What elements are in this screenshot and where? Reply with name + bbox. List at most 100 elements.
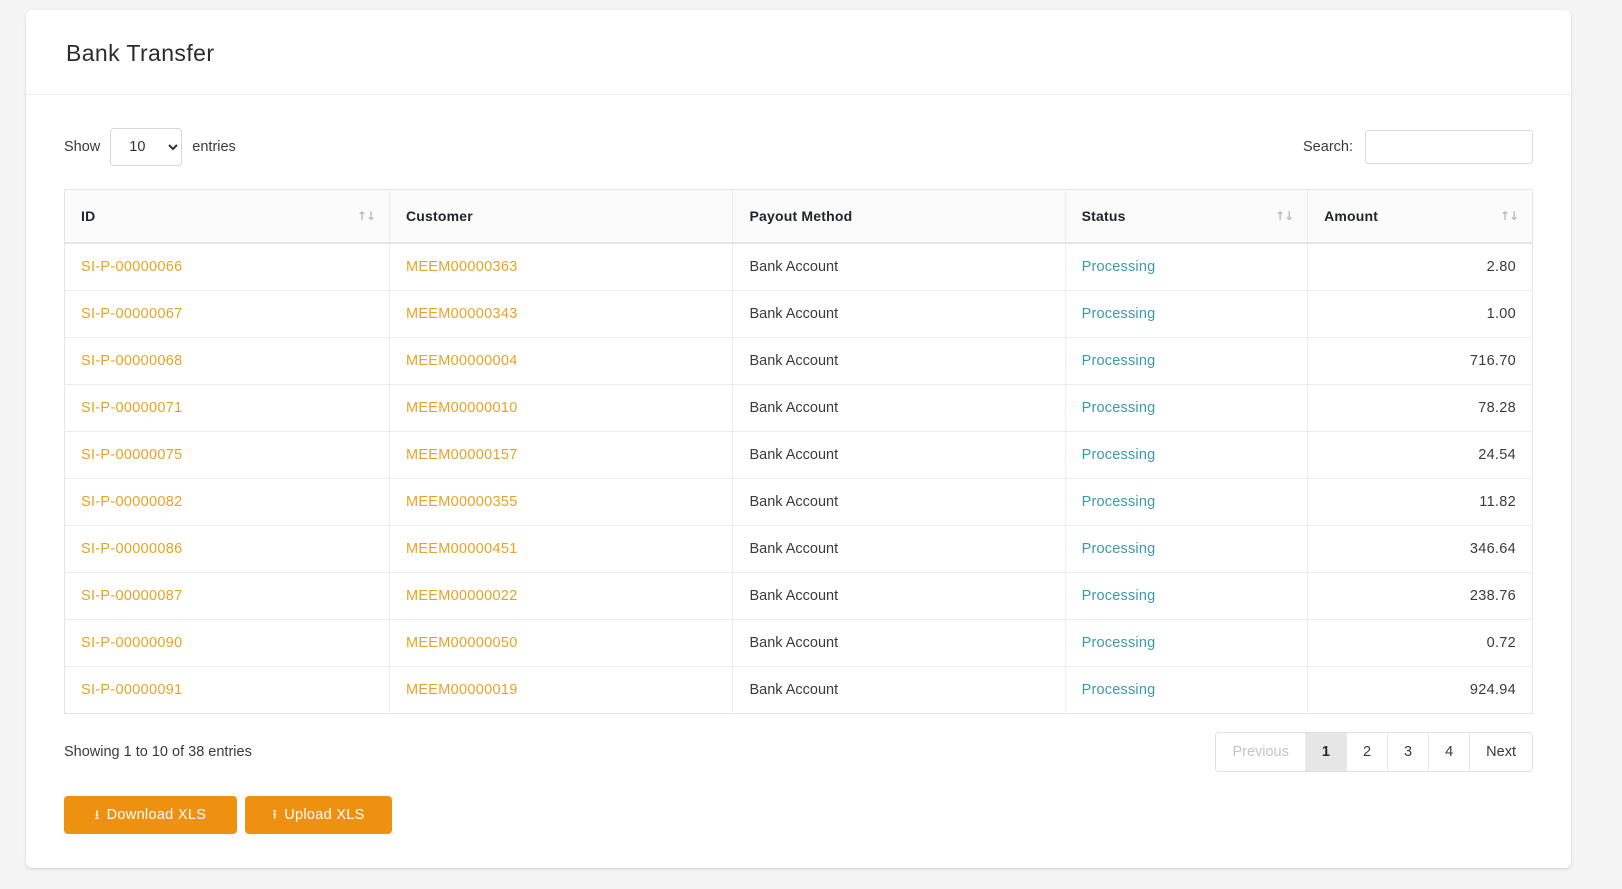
pagination-item-2[interactable]: 2 xyxy=(1346,733,1389,772)
table-row: SI-P-00000082 MEEM00000355 Bank Account Pro… xyxy=(64,478,1533,527)
cell-amount: 716.70 xyxy=(1307,337,1533,386)
cell-id: SI-P-00000091 xyxy=(64,666,390,714)
cell-id: SI-P-00000071 xyxy=(64,384,390,433)
column-header-amount[interactable]: Amount ↑↓ xyxy=(1307,189,1533,245)
cell-status-link[interactable]: Processing xyxy=(1082,541,1156,557)
cell-customer-link[interactable]: MEEM00000004 xyxy=(406,353,518,369)
cell-status: Processing xyxy=(1065,525,1309,574)
cell-customer: MEEM00000363 xyxy=(389,243,734,292)
cell-status: Processing xyxy=(1065,243,1309,292)
cell-id-link[interactable]: SI-P-00000082 xyxy=(81,494,182,510)
page-length-select[interactable]: 10 25 50 100 xyxy=(110,127,183,166)
cell-customer-link[interactable]: MEEM00000019 xyxy=(406,682,518,698)
cell-amount-text: 716.70 xyxy=(1469,353,1516,370)
search-control: Search: xyxy=(1303,129,1533,164)
pagination-item-1[interactable]: 1 xyxy=(1305,733,1347,772)
column-label-customer: Customer xyxy=(405,207,473,224)
cell-payout-method-text: Bank Account xyxy=(749,259,839,276)
action-buttons: ⭳ Download XLS ⭱ Upload XLS xyxy=(64,796,1533,868)
show-label: Show xyxy=(64,138,101,155)
cell-id-link[interactable]: SI-P-00000086 xyxy=(81,541,182,557)
cell-id-link[interactable]: SI-P-00000071 xyxy=(81,400,182,416)
page-length-control: Show 10 25 50 100 entries xyxy=(64,127,236,166)
cell-amount-text: 78.28 xyxy=(1478,400,1516,417)
column-header-payout-method[interactable]: Payout Method xyxy=(732,189,1066,245)
cell-customer-link[interactable]: MEEM00000451 xyxy=(406,541,518,557)
cell-payout-method: Bank Account xyxy=(732,290,1066,339)
cell-id-link[interactable]: SI-P-00000091 xyxy=(81,682,182,698)
cell-customer-link[interactable]: MEEM00000022 xyxy=(406,588,518,604)
page-background: Bank Transfer Show 10 25 50 100 entries … xyxy=(0,0,1622,889)
cell-amount-text: 24.54 xyxy=(1478,447,1516,464)
card-header: Bank Transfer xyxy=(26,10,1571,95)
cell-id-link[interactable]: SI-P-00000087 xyxy=(81,588,182,604)
cell-id-link[interactable]: SI-P-00000067 xyxy=(81,306,182,322)
cell-status-link[interactable]: Processing xyxy=(1082,353,1156,369)
cell-amount-text: 11.82 xyxy=(1479,494,1516,511)
table-row: SI-P-00000068 MEEM00000004 Bank Account Pro… xyxy=(64,337,1533,386)
cell-id: SI-P-00000086 xyxy=(64,525,390,574)
cell-status: Processing xyxy=(1065,337,1309,386)
table-controls: Show 10 25 50 100 entries Search: xyxy=(64,127,1533,167)
cell-amount: 0.72 xyxy=(1307,619,1533,668)
cell-status-link[interactable]: Processing xyxy=(1082,494,1156,510)
cell-payout-method: Bank Account xyxy=(732,619,1066,668)
download-xls-label: Download XLS xyxy=(106,806,207,823)
cell-id: SI-P-00000087 xyxy=(64,572,390,621)
cell-status-link[interactable]: Processing xyxy=(1082,400,1156,416)
column-header-status[interactable]: Status ↑↓ xyxy=(1065,189,1309,245)
cell-customer-link[interactable]: MEEM00000355 xyxy=(406,494,518,510)
cell-payout-method-text: Bank Account xyxy=(749,635,839,652)
cell-customer: MEEM00000022 xyxy=(389,572,734,621)
table-row: SI-P-00000066 MEEM00000363 Bank Account Pro… xyxy=(64,243,1533,292)
cell-status-link[interactable]: Processing xyxy=(1082,447,1156,463)
cell-status-link[interactable]: Processing xyxy=(1082,588,1156,604)
upload-xls-button[interactable]: ⭱ Upload XLS xyxy=(245,796,392,835)
cell-customer-link[interactable]: MEEM00000363 xyxy=(406,259,518,275)
pagination-item-4[interactable]: 4 xyxy=(1429,733,1471,772)
cell-status-link[interactable]: Processing xyxy=(1082,306,1156,322)
cell-customer: MEEM00000355 xyxy=(389,478,734,527)
cell-status-link[interactable]: Processing xyxy=(1082,682,1156,698)
cell-id-link[interactable]: SI-P-00000075 xyxy=(81,447,182,463)
cell-amount: 78.28 xyxy=(1307,384,1533,433)
cell-status-link[interactable]: Processing xyxy=(1082,635,1156,651)
table-body: SI-P-00000066 MEEM00000363 Bank Account Pro… xyxy=(64,243,1533,714)
cell-status: Processing xyxy=(1065,478,1309,527)
bank-transfer-table: ID ↑↓ Customer Payout Method Status ↑↓ A… xyxy=(64,188,1533,715)
cell-status: Processing xyxy=(1065,666,1309,714)
table-row: SI-P-00000090 MEEM00000050 Bank Account Pro… xyxy=(64,619,1533,668)
cell-status-link[interactable]: Processing xyxy=(1082,259,1156,275)
cell-amount: 238.76 xyxy=(1307,572,1533,621)
pagination-item-next[interactable]: Next xyxy=(1470,733,1532,772)
column-header-id[interactable]: ID ↑↓ xyxy=(64,189,390,245)
cell-amount-text: 0.72 xyxy=(1486,635,1516,652)
cell-payout-method-text: Bank Account xyxy=(749,353,839,370)
download-xls-button[interactable]: ⭳ Download XLS xyxy=(64,796,237,835)
cell-customer-link[interactable]: MEEM00000343 xyxy=(406,306,518,322)
pagination-item-3[interactable]: 3 xyxy=(1388,733,1430,772)
cell-payout-method-text: Bank Account xyxy=(749,541,839,558)
pagination-item-previous: Previous xyxy=(1216,733,1306,772)
cell-id: SI-P-00000082 xyxy=(64,478,390,527)
cell-id-link[interactable]: SI-P-00000068 xyxy=(81,353,182,369)
card-body: Show 10 25 50 100 entries Search: xyxy=(26,95,1571,869)
cell-id-link[interactable]: SI-P-00000066 xyxy=(81,259,182,275)
cell-amount-text: 346.64 xyxy=(1469,541,1516,558)
cell-id-link[interactable]: SI-P-00000090 xyxy=(81,635,182,651)
sort-icon: ↑↓ xyxy=(1274,208,1294,223)
table-row: SI-P-00000086 MEEM00000451 Bank Account Pro… xyxy=(64,525,1533,574)
cell-customer-link[interactable]: MEEM00000157 xyxy=(406,447,518,463)
cell-customer-link[interactable]: MEEM00000010 xyxy=(406,400,518,416)
cell-amount: 2.80 xyxy=(1307,243,1533,292)
search-label: Search: xyxy=(1303,138,1353,155)
table-footer: Showing 1 to 10 of 38 entries Previous 1 2… xyxy=(64,730,1533,774)
page-title: Bank Transfer xyxy=(66,40,215,66)
cell-payout-method-text: Bank Account xyxy=(749,306,839,323)
cell-payout-method: Bank Account xyxy=(732,666,1066,714)
search-input[interactable] xyxy=(1365,129,1533,164)
cell-status: Processing xyxy=(1065,384,1309,433)
cell-customer-link[interactable]: MEEM00000050 xyxy=(406,635,518,651)
cell-amount: 924.94 xyxy=(1308,667,1533,714)
column-header-customer[interactable]: Customer xyxy=(389,189,734,245)
